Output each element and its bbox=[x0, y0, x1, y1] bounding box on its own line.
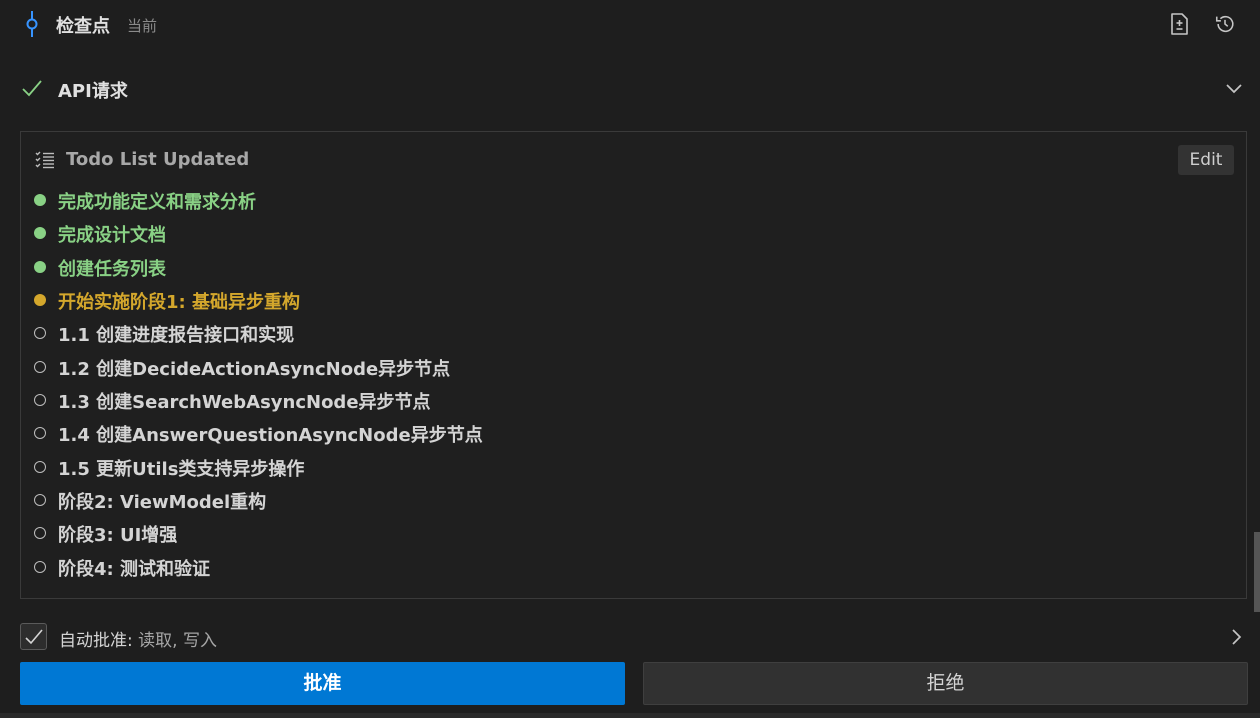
chevron-right-icon[interactable] bbox=[1227, 627, 1245, 647]
check-icon bbox=[22, 80, 42, 97]
todo-item: 阶段2: ViewModel重构 bbox=[21, 484, 1246, 514]
api-request-header[interactable]: API请求 bbox=[0, 70, 1260, 108]
todo-item-text: 1.4 创建AnswerQuestionAsyncNode异步节点 bbox=[58, 425, 483, 446]
scrollbar-thumb[interactable] bbox=[1254, 532, 1260, 612]
auto-approve-row[interactable]: 自动批准: 读取, 写入 bbox=[20, 623, 1246, 651]
reject-button[interactable]: 拒绝 bbox=[643, 662, 1248, 705]
auto-approve-label: 自动批准: 读取, 写入 bbox=[59, 626, 217, 651]
auto-approve-title: 自动批准: bbox=[59, 631, 133, 651]
todo-item-text: 1.5 更新Utils类支持异步操作 bbox=[58, 459, 305, 480]
todo-item: 1.1 创建进度报告接口和实现 bbox=[21, 317, 1246, 347]
todo-item-text: 阶段4: 测试和验证 bbox=[58, 559, 210, 580]
todo-list-title: Todo List Updated bbox=[66, 149, 250, 170]
todo-item-text: 完成功能定义和需求分析 bbox=[58, 192, 256, 213]
file-diff-icon[interactable] bbox=[1168, 12, 1190, 36]
edit-button[interactable]: Edit bbox=[1178, 145, 1234, 175]
todo-item-text: 完成设计文档 bbox=[58, 225, 166, 246]
todo-item: 阶段4: 测试和验证 bbox=[21, 551, 1246, 581]
todo-list-panel: Todo List Updated Edit 完成功能定义和需求分析 完成设计文… bbox=[20, 131, 1247, 599]
auto-approve-scope: 读取, 写入 bbox=[132, 631, 217, 651]
api-request-title: API请求 bbox=[58, 81, 128, 102]
status-circle-icon bbox=[34, 494, 46, 506]
checklist-icon bbox=[35, 151, 54, 169]
chevron-down-icon[interactable] bbox=[1224, 78, 1244, 98]
todo-item-text: 阶段3: UI增强 bbox=[58, 525, 178, 546]
status-dot-icon bbox=[34, 194, 46, 206]
status-circle-icon bbox=[34, 394, 46, 406]
todo-item-text: 1.3 创建SearchWebAsyncNode异步节点 bbox=[58, 392, 431, 413]
status-circle-icon bbox=[34, 327, 46, 339]
todo-item: 1.5 更新Utils类支持异步操作 bbox=[21, 451, 1246, 481]
bottom-divider bbox=[0, 713, 1260, 718]
todo-item: 完成功能定义和需求分析 bbox=[21, 184, 1246, 214]
todo-item: 1.4 创建AnswerQuestionAsyncNode异步节点 bbox=[21, 417, 1246, 447]
todo-item: 完成设计文档 bbox=[21, 217, 1246, 247]
status-circle-icon bbox=[34, 361, 46, 373]
todo-item-text: 创建任务列表 bbox=[58, 259, 166, 280]
todo-item-text: 1.2 创建DecideActionAsyncNode异步节点 bbox=[58, 359, 451, 380]
status-circle-icon bbox=[34, 527, 46, 539]
todo-item-text: 开始实施阶段1: 基础异步重构 bbox=[58, 292, 300, 313]
status-dot-icon bbox=[34, 294, 46, 306]
auto-approve-checkbox[interactable] bbox=[20, 623, 47, 650]
status-circle-icon bbox=[34, 561, 46, 573]
status-circle-icon bbox=[34, 427, 46, 439]
check-icon bbox=[25, 629, 43, 645]
todo-item-text: 1.1 创建进度报告接口和实现 bbox=[58, 325, 295, 346]
todo-item: 阶段3: UI增强 bbox=[21, 517, 1246, 547]
checkpoint-title: 检查点 bbox=[56, 16, 110, 37]
todo-item-text: 阶段2: ViewModel重构 bbox=[58, 492, 267, 513]
status-circle-icon bbox=[34, 461, 46, 473]
approve-button[interactable]: 批准 bbox=[20, 662, 625, 705]
status-dot-icon bbox=[34, 261, 46, 273]
git-commit-icon bbox=[26, 11, 38, 37]
todo-item: 开始实施阶段1: 基础异步重构 bbox=[21, 284, 1246, 314]
todo-item: 1.3 创建SearchWebAsyncNode异步节点 bbox=[21, 384, 1246, 414]
todo-item: 1.2 创建DecideActionAsyncNode异步节点 bbox=[21, 351, 1246, 381]
history-icon[interactable] bbox=[1214, 12, 1236, 36]
checkpoint-header: 检查点 当前 bbox=[0, 0, 1260, 48]
checkpoint-subtitle: 当前 bbox=[127, 17, 158, 35]
status-dot-icon bbox=[34, 227, 46, 239]
todo-item: 创建任务列表 bbox=[21, 251, 1246, 281]
